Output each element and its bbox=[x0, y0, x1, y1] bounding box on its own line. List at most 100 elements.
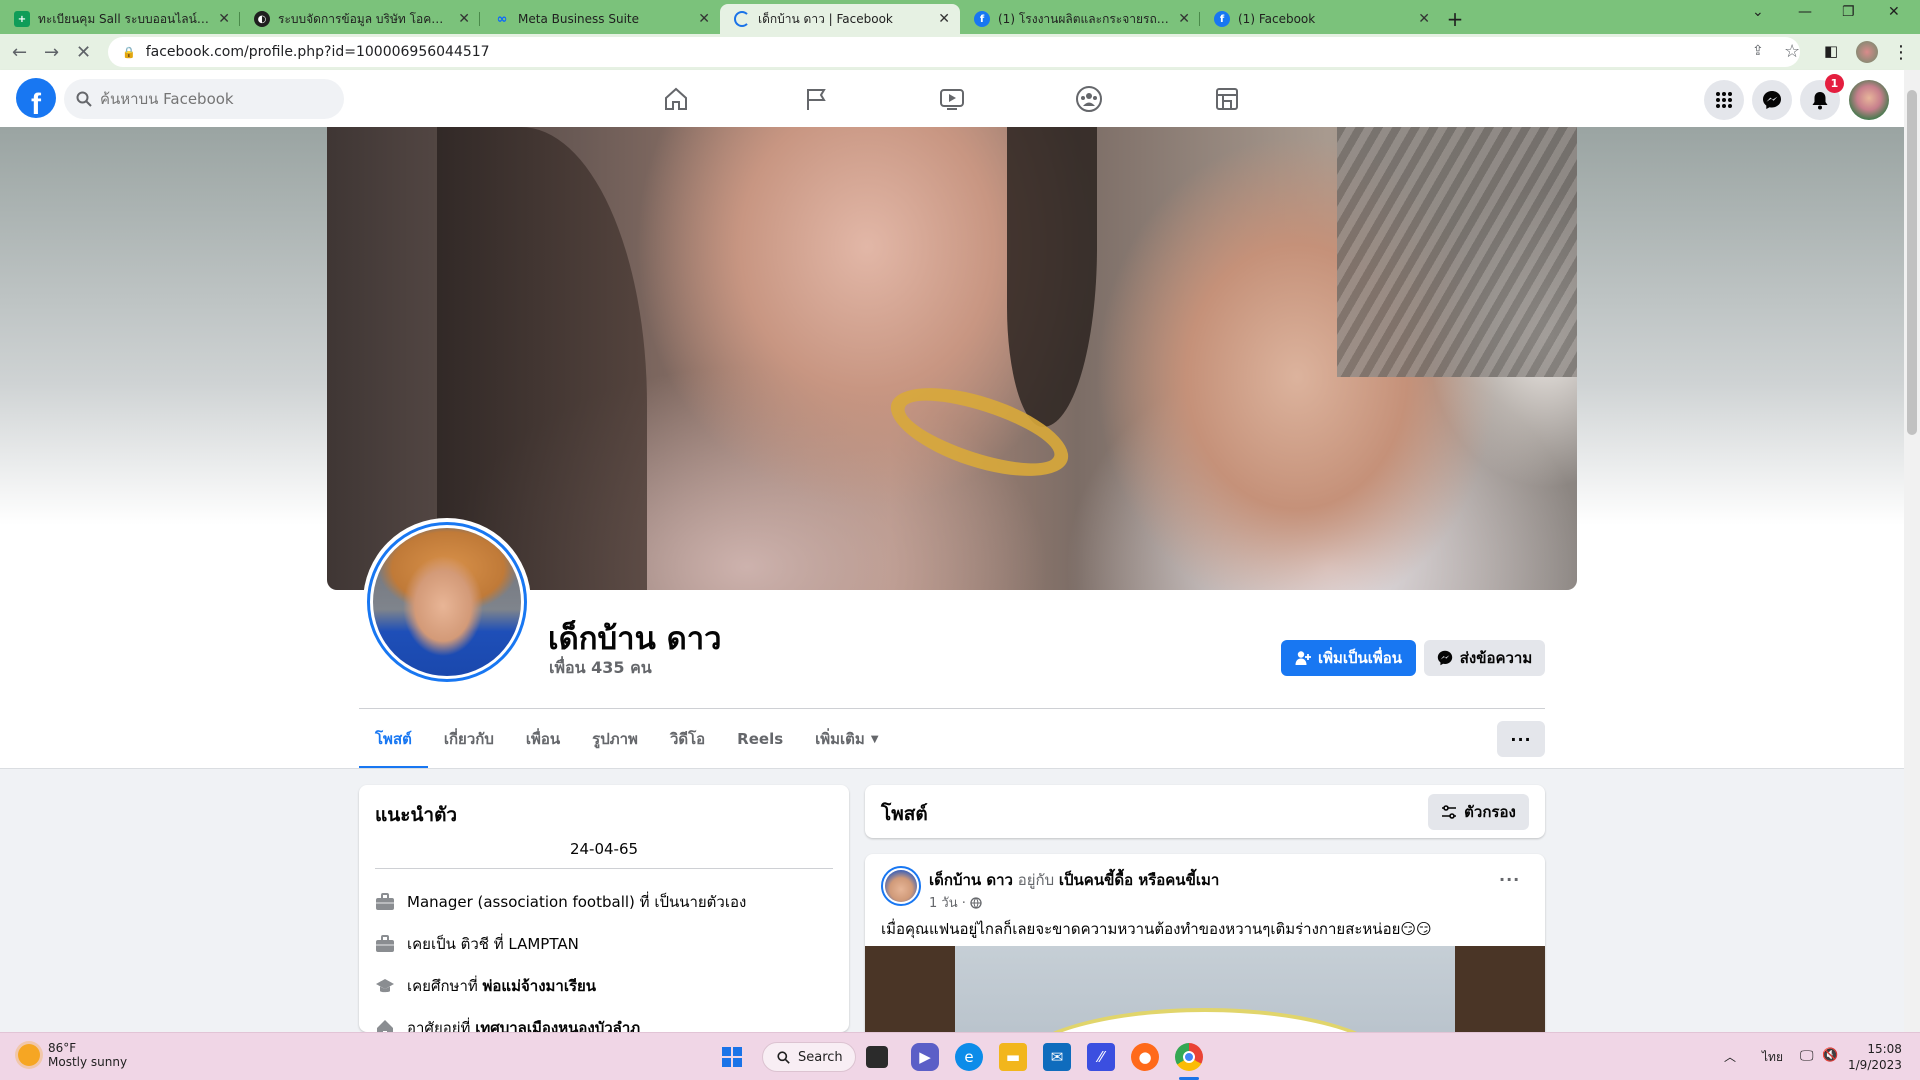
meta-icon: ∞ bbox=[496, 11, 508, 27]
close-tab-icon[interactable]: ✕ bbox=[1178, 11, 1190, 27]
account-avatar[interactable] bbox=[1849, 80, 1889, 120]
post-author-avatar[interactable] bbox=[881, 866, 921, 906]
mail-icon[interactable]: ✉ bbox=[1043, 1043, 1071, 1071]
network-icon[interactable]: 🖵 bbox=[1800, 1048, 1814, 1064]
tab-title: ระบบจัดการข้อมูล บริษัท โอคลูกน็อต bbox=[278, 11, 451, 26]
menu-grid-icon[interactable] bbox=[1704, 80, 1744, 120]
browser-tab-1[interactable]: + ทะเบียนคุม Sall ระบบออนไลน์.xlsx - G ✕ bbox=[0, 4, 240, 34]
address-bar[interactable]: 🔒 facebook.com/profile.php?id=1000069560… bbox=[108, 37, 1800, 67]
post-tagged-name[interactable]: เป็นคนขี้ดื้อ หรือคนขี้เมา bbox=[1059, 871, 1219, 889]
tab-more[interactable]: เพิ่มเติม ▼ bbox=[799, 709, 894, 769]
chrome-icon[interactable] bbox=[1175, 1043, 1203, 1071]
clock-date: 1/9/2023 bbox=[1848, 1058, 1902, 1072]
search-input[interactable] bbox=[100, 90, 320, 108]
profile-picture[interactable] bbox=[363, 518, 531, 686]
browser-tab-strip: + ทะเบียนคุม Sall ระบบออนไลน์.xlsx - G ✕… bbox=[0, 0, 1920, 34]
tab-photos[interactable]: รูปภาพ bbox=[576, 709, 654, 769]
system-clock[interactable]: 15:08 1/9/2023 bbox=[1848, 1041, 1902, 1073]
graduation-cap-icon bbox=[375, 976, 395, 996]
input-language[interactable]: ไทย bbox=[1762, 1048, 1783, 1067]
forward-button[interactable]: → bbox=[44, 42, 59, 63]
tab-about[interactable]: เกี่ยวกับ bbox=[428, 709, 510, 769]
messenger-icon[interactable] bbox=[1752, 80, 1792, 120]
profile-more-options-button[interactable]: ··· bbox=[1497, 721, 1545, 757]
briefcase-icon bbox=[375, 934, 395, 954]
close-window-button[interactable]: ✕ bbox=[1888, 4, 1900, 20]
watch-video-nav-icon[interactable] bbox=[937, 84, 967, 114]
intro-work-row-1: Manager (association football) ที่ เป็นน… bbox=[375, 890, 746, 914]
sun-icon bbox=[18, 1044, 40, 1066]
filter-button[interactable]: ตัวกรอง bbox=[1428, 794, 1529, 830]
pages-flag-nav-icon[interactable] bbox=[801, 84, 831, 114]
browser-tab-2[interactable]: ◐ ระบบจัดการข้อมูล บริษัท โอคลูกน็อต ✕ bbox=[240, 4, 480, 34]
tab-videos[interactable]: วิดีโอ bbox=[654, 709, 721, 769]
close-tab-icon[interactable]: ✕ bbox=[458, 11, 470, 27]
browser-tab-5[interactable]: f (1) โรงงานผลิตและกระจายรถยนต์ใช้แล้ว ✕ bbox=[960, 4, 1200, 34]
post-options-icon[interactable]: ··· bbox=[1499, 870, 1520, 889]
gaming-nav-icon[interactable] bbox=[1212, 84, 1242, 114]
browser-tab-3[interactable]: ∞ Meta Business Suite ✕ bbox=[480, 4, 720, 34]
weather-text: Mostly sunny bbox=[48, 1055, 128, 1069]
close-tab-icon[interactable]: ✕ bbox=[218, 11, 230, 27]
cover-photo[interactable] bbox=[327, 127, 1577, 590]
facebook-header: f bbox=[0, 70, 1904, 127]
home-nav-icon[interactable] bbox=[661, 84, 691, 114]
tab-reels[interactable]: Reels bbox=[721, 709, 799, 769]
groups-nav-icon[interactable] bbox=[1074, 84, 1104, 114]
home-icon bbox=[375, 1018, 395, 1032]
tab-search-icon[interactable]: ⌄ bbox=[1752, 4, 1764, 20]
edge-browser-icon[interactable]: e bbox=[955, 1043, 983, 1071]
app-icon[interactable]: ⁄⁄ bbox=[1087, 1043, 1115, 1071]
intro-education-link[interactable]: พ่อแม่จ้างมาเรียน bbox=[483, 977, 597, 995]
post-author-name[interactable]: เด็กบ้าน ดาว bbox=[929, 871, 1013, 889]
intro-title: แนะนำตัว bbox=[375, 804, 458, 826]
friends-count-link[interactable]: เพื่อน 435 คน bbox=[549, 656, 652, 681]
close-tab-icon[interactable]: ✕ bbox=[938, 11, 950, 27]
new-tab-button[interactable]: + bbox=[1440, 4, 1470, 34]
globe-icon: ◐ bbox=[254, 11, 270, 27]
post-timestamp[interactable]: 1 วัน · bbox=[929, 892, 966, 913]
intro-location-row: อาศัยอยู่ที่ เทศบาลเมืองหนองบัวลำภู bbox=[375, 1016, 640, 1032]
browser-tab-6[interactable]: f (1) Facebook ✕ bbox=[1200, 4, 1440, 34]
clock-time: 15:08 bbox=[1867, 1042, 1902, 1056]
intro-education-text: เคยศึกษาที่ bbox=[407, 977, 483, 995]
tab-title: Meta Business Suite bbox=[518, 12, 639, 26]
weather-widget[interactable]: 86°F Mostly sunny bbox=[18, 1041, 127, 1069]
tab-posts[interactable]: โพสต์ bbox=[359, 709, 428, 769]
lock-icon[interactable]: 🔒 bbox=[122, 46, 136, 59]
task-view-icon[interactable] bbox=[866, 1046, 888, 1068]
volume-muted-icon[interactable]: 🔇 bbox=[1822, 1048, 1838, 1063]
minimize-button[interactable]: — bbox=[1798, 4, 1812, 20]
file-explorer-icon[interactable]: ▬ bbox=[999, 1043, 1027, 1071]
teams-chat-icon[interactable]: ▶ bbox=[911, 1043, 939, 1071]
stop-loading-button[interactable]: ✕ bbox=[76, 42, 91, 63]
close-tab-icon[interactable]: ✕ bbox=[698, 11, 710, 27]
restore-button[interactable]: ❐ bbox=[1842, 4, 1855, 20]
windows-start-icon[interactable] bbox=[718, 1043, 746, 1071]
back-button[interactable]: ← bbox=[12, 42, 27, 63]
post-photo[interactable] bbox=[865, 946, 1545, 1032]
taskbar-search[interactable]: Search bbox=[762, 1042, 856, 1072]
tab-friends[interactable]: เพื่อน bbox=[510, 709, 576, 769]
side-panel-icon[interactable]: ◧ bbox=[1824, 42, 1838, 60]
add-friend-button[interactable]: เพิ่มเป็นเพื่อน bbox=[1281, 640, 1416, 676]
close-tab-icon[interactable]: ✕ bbox=[1418, 11, 1430, 27]
browser-profile-avatar[interactable] bbox=[1856, 41, 1878, 63]
bookmark-star-icon[interactable]: ☆ bbox=[1784, 41, 1800, 62]
intro-work-text: Manager (association football) ที่ เป็นน… bbox=[407, 893, 747, 911]
browser-toolbar: ← → ✕ 🔒 facebook.com/profile.php?id=1000… bbox=[0, 34, 1920, 70]
facebook-icon: f bbox=[1214, 11, 1230, 27]
browser-menu-icon[interactable]: ⋮ bbox=[1892, 42, 1910, 63]
firefox-icon[interactable]: ● bbox=[1131, 1043, 1159, 1071]
intro-location-link[interactable]: เทศบาลเมืองหนองบัวลำภู bbox=[475, 1019, 640, 1032]
page-scrollbar-thumb[interactable] bbox=[1907, 90, 1917, 435]
facebook-logo-icon[interactable]: f bbox=[16, 78, 56, 118]
facebook-search-box[interactable] bbox=[64, 79, 344, 119]
browser-tab-4-active[interactable]: เด็กบ้าน ดาว | Facebook ✕ bbox=[720, 4, 960, 34]
send-message-button[interactable]: ส่งข้อความ bbox=[1424, 640, 1545, 676]
tab-title: (1) Facebook bbox=[1238, 12, 1316, 26]
show-hidden-icons-chevron-icon[interactable]: ︿ bbox=[1724, 1048, 1736, 1065]
public-globe-icon bbox=[970, 896, 982, 909]
share-icon[interactable]: ⇪ bbox=[1752, 43, 1764, 59]
loading-icon bbox=[734, 11, 750, 27]
